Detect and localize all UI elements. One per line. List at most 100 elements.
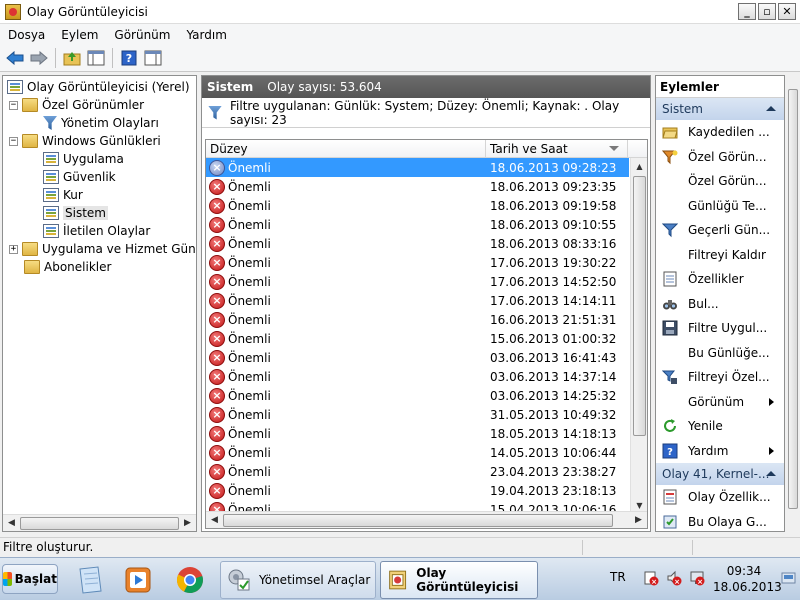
tree-item-security[interactable]: Güvenlik xyxy=(43,168,116,186)
collapse-caret-icon[interactable] xyxy=(766,106,776,111)
actions-section-event[interactable]: Olay 41, Kernel-... xyxy=(656,463,784,485)
column-header-level[interactable]: Düzey xyxy=(206,140,486,158)
show-hide-tree-button[interactable] xyxy=(85,47,107,69)
action-item[interactable]: Yenile xyxy=(656,414,784,439)
network-disconnected-icon[interactable]: × xyxy=(689,570,705,586)
action-item[interactable]: Kaydedilen ... xyxy=(656,120,784,145)
table-row[interactable]: × Önemli 03.06.2013 14:25:32 xyxy=(206,386,629,405)
table-row[interactable]: × Önemli 18.06.2013 09:23:35 xyxy=(206,177,629,196)
scroll-thumb[interactable] xyxy=(20,516,179,530)
table-row[interactable]: × Önemli 18.06.2013 08:33:16 xyxy=(206,234,629,253)
system-clock[interactable]: 09:34 18.06.2013 xyxy=(713,563,782,595)
error-icon: × xyxy=(209,178,225,195)
tree-item-windows-logs[interactable]: − Windows Günlükleri xyxy=(9,132,161,150)
table-row[interactable]: × Önemli 23.04.2013 23:38:27 xyxy=(206,462,629,481)
minimize-button[interactable]: _ xyxy=(738,3,756,20)
table-row[interactable]: × Önemli 18.06.2013 09:10:55 xyxy=(206,215,629,234)
collapse-icon[interactable]: − xyxy=(9,136,18,146)
show-action-pane-button[interactable] xyxy=(142,47,164,69)
table-row[interactable]: × Önemli 17.06.2013 14:14:11 xyxy=(206,291,629,310)
scroll-up-icon[interactable]: ▲ xyxy=(631,158,647,175)
scroll-right-icon[interactable]: ▶ xyxy=(179,515,196,532)
table-row[interactable]: × Önemli 17.06.2013 19:30:22 xyxy=(206,253,629,272)
scroll-left-icon[interactable]: ◀ xyxy=(3,515,20,532)
action-item[interactable]: Günlüğü Te... xyxy=(656,194,784,219)
table-row[interactable]: × Önemli 18.05.2013 14:18:13 xyxy=(206,424,629,443)
taskbar-event-viewer[interactable]: Olay Görüntüleyicisi xyxy=(380,561,538,599)
taskbar-admin-tools[interactable]: Yönetimsel Araçlar xyxy=(220,561,376,599)
date-cell: 18.06.2013 09:28:23 xyxy=(490,160,617,175)
tree-horizontal-scrollbar[interactable]: ◀ ▶ xyxy=(3,514,196,531)
tree-item-system[interactable]: Sistem xyxy=(43,204,108,222)
menu-help[interactable]: Yardım xyxy=(178,28,234,42)
scroll-left-icon[interactable]: ◀ xyxy=(206,512,223,529)
level-cell: × Önemli xyxy=(206,254,486,271)
action-item[interactable]: Bul... xyxy=(656,292,784,317)
table-row[interactable]: × Önemli 14.05.2013 10:06:44 xyxy=(206,443,629,462)
maximize-button[interactable]: ▫ xyxy=(758,3,776,20)
action-item[interactable]: Bu Günlüğe... xyxy=(656,341,784,366)
action-item[interactable]: Olay Özellik... xyxy=(656,485,784,510)
pinned-notepad[interactable] xyxy=(70,562,110,598)
actions-section-system[interactable]: Sistem xyxy=(656,98,784,120)
help-button[interactable]: ? xyxy=(118,47,140,69)
tree-item-application[interactable]: Uygulama xyxy=(43,150,124,168)
volume-muted-icon[interactable]: × xyxy=(666,570,682,586)
column-header-date[interactable]: Tarih ve Saat xyxy=(486,140,628,158)
table-row[interactable]: × Önemli 18.06.2013 09:28:23 xyxy=(206,158,629,177)
table-row[interactable]: × Önemli 15.06.2013 01:00:32 xyxy=(206,329,629,348)
pinned-chrome[interactable] xyxy=(170,562,210,598)
table-row[interactable]: × Önemli 19.04.2013 23:18:13 xyxy=(206,481,629,500)
expand-icon[interactable]: + xyxy=(9,244,18,254)
collapse-icon[interactable]: − xyxy=(9,100,18,110)
table-row[interactable]: × Önemli 16.06.2013 21:51:31 xyxy=(206,310,629,329)
table-row[interactable]: × Önemli 03.06.2013 16:41:43 xyxy=(206,348,629,367)
level-cell: × Önemli xyxy=(206,368,486,385)
action-item[interactable]: Geçerli Gün... xyxy=(656,218,784,243)
tree-item-admin-events[interactable]: Yönetim Olayları xyxy=(43,114,159,132)
scroll-thumb[interactable] xyxy=(788,89,798,509)
action-item[interactable]: Filtreyi Özel... xyxy=(656,365,784,390)
tree-item-subscriptions[interactable]: Abonelikler xyxy=(24,258,111,276)
action-item[interactable]: Filtreyi Kaldır xyxy=(656,243,784,268)
collapse-caret-icon[interactable] xyxy=(766,471,776,476)
action-item[interactable]: Görünüm xyxy=(656,390,784,415)
action-item[interactable]: ? Yardım xyxy=(656,439,784,464)
action-item[interactable]: Bu Olaya G... xyxy=(656,510,784,532)
menu-action[interactable]: Eylem xyxy=(53,28,106,42)
close-button[interactable]: ✕ xyxy=(778,3,796,20)
show-desktop-icon[interactable] xyxy=(780,564,797,594)
menu-view[interactable]: Görünüm xyxy=(106,28,178,42)
grid-vertical-scrollbar[interactable]: ▲ ▼ xyxy=(630,158,647,514)
table-row[interactable]: × Önemli 17.06.2013 14:52:50 xyxy=(206,272,629,291)
start-button[interactable]: Başlat xyxy=(2,564,58,594)
error-icon: × xyxy=(209,254,225,271)
language-indicator[interactable]: TR xyxy=(610,570,626,584)
pinned-media-player[interactable] xyxy=(118,562,158,598)
grid-horizontal-scrollbar[interactable]: ◀ ▶ xyxy=(206,511,647,528)
menu-file[interactable]: Dosya xyxy=(0,28,53,42)
action-item[interactable]: Filtre Uygul... xyxy=(656,316,784,341)
action-item[interactable]: Özellikler xyxy=(656,267,784,292)
tree-item-custom-views[interactable]: − Özel Görünümler xyxy=(9,96,144,114)
scroll-right-icon[interactable]: ▶ xyxy=(630,512,647,529)
date-cell: 14.05.2013 10:06:44 xyxy=(490,445,617,460)
level-cell: × Önemli xyxy=(206,235,486,252)
table-row[interactable]: × Önemli 18.06.2013 09:19:58 xyxy=(206,196,629,215)
tree-item-root[interactable]: Olay Görüntüleyicisi (Yerel) xyxy=(7,78,190,96)
table-row[interactable]: × Önemli 31.05.2013 10:49:32 xyxy=(206,405,629,424)
scroll-thumb[interactable] xyxy=(633,176,646,436)
back-button[interactable] xyxy=(4,47,26,69)
tree-item-forwarded-events[interactable]: İletilen Olaylar xyxy=(43,222,150,240)
clock-date: 18.06.2013 xyxy=(713,580,782,594)
action-center-icon[interactable]: × xyxy=(643,570,659,586)
up-folder-button[interactable] xyxy=(61,47,83,69)
forward-button[interactable] xyxy=(28,47,50,69)
tree-item-setup[interactable]: Kur xyxy=(43,186,83,204)
tree-item-app-service-logs[interactable]: + Uygulama ve Hizmet Günlük xyxy=(9,240,196,258)
scroll-thumb[interactable] xyxy=(223,513,613,527)
actions-vertical-scrollbar[interactable] xyxy=(787,75,799,532)
action-item[interactable]: Özel Görün... xyxy=(656,145,784,170)
action-item[interactable]: Özel Görün... xyxy=(656,169,784,194)
table-row[interactable]: × Önemli 03.06.2013 14:37:14 xyxy=(206,367,629,386)
